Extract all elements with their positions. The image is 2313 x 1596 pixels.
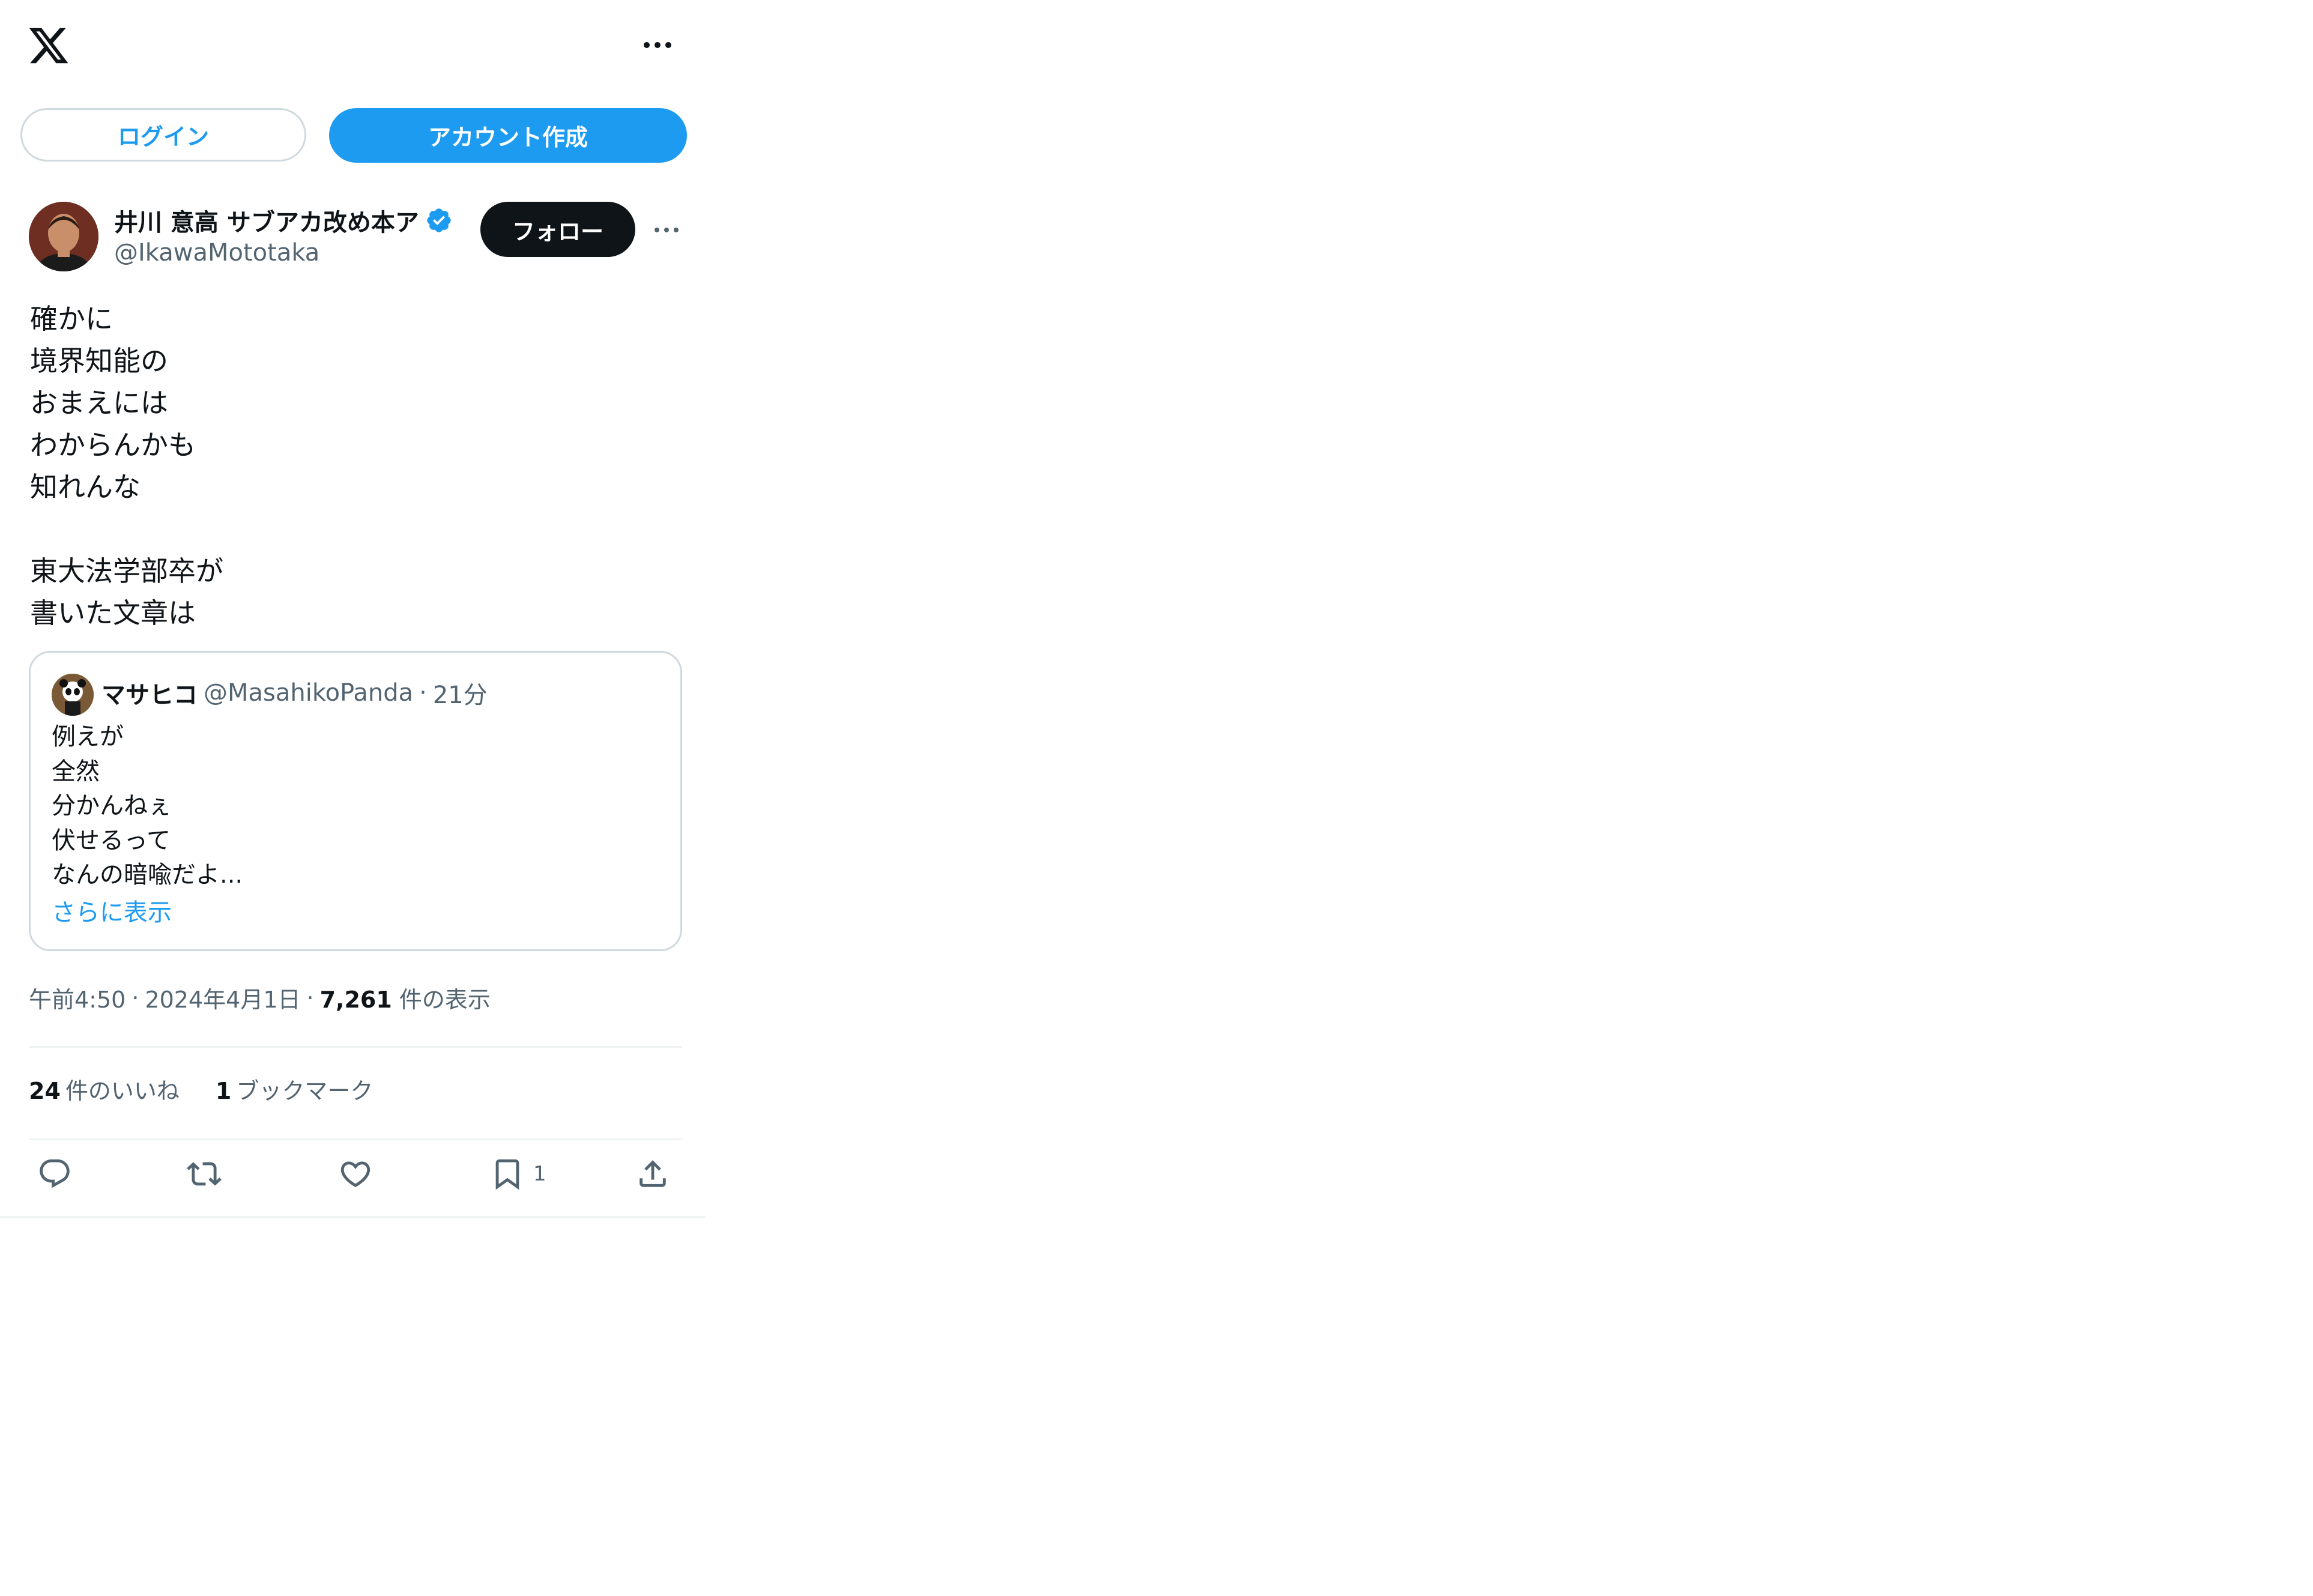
tweet-meta: 午前4:50 · 2024年4月1日 · 7,261 件の表示 xyxy=(29,981,491,1014)
tweet-stats: 24 件のいいね 1 ブックマーク xyxy=(29,1072,373,1105)
heart-icon xyxy=(340,1161,370,1188)
share-icon xyxy=(639,1160,666,1187)
quoted-author-handle: @MasahikoPanda xyxy=(204,679,414,707)
verified-badge-icon xyxy=(427,208,451,232)
avatar[interactable] xyxy=(29,202,98,271)
quoted-header: マサヒコ @MasahikoPanda · 21分 xyxy=(101,676,488,710)
x-logo-icon[interactable] xyxy=(27,24,70,67)
signup-button[interactable]: アカウント作成 xyxy=(329,108,687,163)
more-horizontal-icon[interactable] xyxy=(636,33,679,57)
bookmarks-count: 1 xyxy=(215,1078,232,1104)
quoted-tweet-card[interactable]: マサヒコ @MasahikoPanda · 21分 例えが 全然 分かんねぇ 伏… xyxy=(29,651,682,951)
likes-count: 24 xyxy=(29,1078,61,1104)
author-handle[interactable]: @IkawaMototaka xyxy=(114,239,319,267)
quoted-author-name: マサヒコ xyxy=(101,682,198,709)
meta-separator: · xyxy=(132,984,139,1011)
tweet-text: 確かに 境界知能の おまえには わからんかも 知れんな 東大法学部卒が 書いた文… xyxy=(30,303,223,629)
likes-stat[interactable]: 24 件のいいね xyxy=(29,1072,180,1105)
tweet-date[interactable]: 2024年4月1日 xyxy=(145,981,300,1014)
divider xyxy=(29,1046,682,1048)
reply-button[interactable] xyxy=(37,1153,72,1195)
quoted-time: 21分 xyxy=(432,682,488,709)
author-name[interactable]: 井川 意高 サブアカ改め本ア xyxy=(114,203,453,238)
quoted-avatar xyxy=(52,674,94,716)
login-button[interactable]: ログイン xyxy=(20,108,306,162)
follow-button[interactable]: フォロー xyxy=(480,202,635,257)
bookmark-count: 1 xyxy=(533,1162,546,1186)
author-name-text[interactable]: 井川 意高 サブアカ改め本ア xyxy=(114,203,419,238)
quoted-text: 例えが 全然 分かんねぇ 伏せるって なんの暗喩だよ... xyxy=(52,723,243,889)
retweet-button[interactable] xyxy=(187,1153,222,1195)
show-more-link[interactable]: さらに表示 xyxy=(52,893,172,928)
bookmark-icon xyxy=(495,1159,519,1190)
tweet-time[interactable]: 午前4:50 xyxy=(29,981,125,1014)
views-count: 7,261 xyxy=(319,987,392,1013)
views-label: 件の表示 xyxy=(399,987,491,1013)
meta-separator: · xyxy=(306,984,314,1011)
quoted-separator: · xyxy=(419,679,427,707)
retweet-icon xyxy=(187,1162,222,1186)
share-button[interactable] xyxy=(635,1153,670,1195)
bookmarks-stat[interactable]: 1 ブックマーク xyxy=(216,1072,373,1105)
bookmark-button[interactable]: 1 xyxy=(490,1153,546,1195)
likes-label: 件のいいね xyxy=(65,1078,180,1104)
divider xyxy=(29,1138,682,1140)
tweet-column: ログイン アカウント作成 井川 意高 サブアカ改め本ア @IkawaMotota… xyxy=(0,0,706,1218)
reply-icon xyxy=(40,1159,70,1188)
page: ログイン アカウント作成 井川 意高 サブアカ改め本ア @IkawaMotota… xyxy=(0,0,2313,1596)
bookmarks-label: ブックマーク xyxy=(236,1078,373,1104)
like-button[interactable] xyxy=(338,1153,373,1195)
tweet-more-icon[interactable] xyxy=(649,221,685,239)
